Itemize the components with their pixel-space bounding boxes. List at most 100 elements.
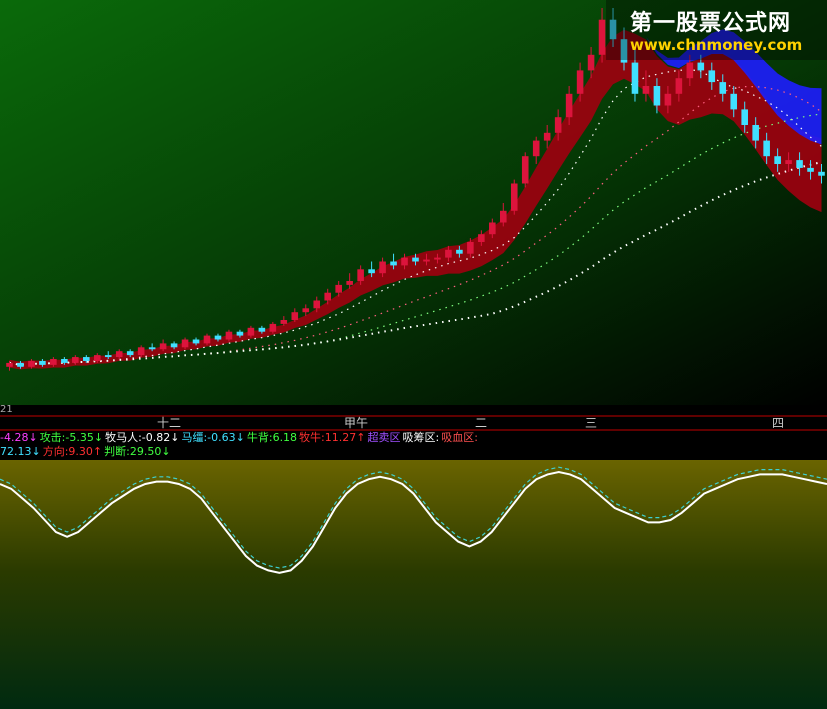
candle-body xyxy=(115,351,123,358)
candle xyxy=(521,152,529,188)
indicator-row-1: -4.28↓ 攻击:-5.35↓ 牧马人:-0.82↓ 马缰:-0.63↓ 牛背:6.1… xyxy=(0,431,480,445)
watermark: 第一股票公式网 www.chnmoney.com xyxy=(606,0,827,60)
candle-body xyxy=(170,343,178,348)
candle-body xyxy=(379,261,386,274)
candle-body xyxy=(17,362,24,367)
candle-body xyxy=(39,360,46,365)
candle-body xyxy=(83,357,90,361)
candle-body xyxy=(6,362,13,367)
candle-body xyxy=(313,300,321,309)
candle-body xyxy=(697,62,705,71)
candle-body xyxy=(664,93,672,106)
candle-body xyxy=(499,210,507,223)
candle-body xyxy=(719,82,727,94)
candle-body xyxy=(28,360,35,367)
watermark-url: www.chnmoney.com xyxy=(630,36,803,54)
x-tick: 甲午 xyxy=(344,416,369,430)
watermark-title: 第一股票公式网 xyxy=(630,11,792,36)
osc-panel-bg xyxy=(0,460,827,709)
candle-body xyxy=(324,292,332,301)
indicator-value: 吸血区: xyxy=(441,431,478,444)
x-tick: 十二 xyxy=(157,416,182,430)
candle-body xyxy=(532,140,540,157)
candle-body xyxy=(796,160,803,168)
candle-body xyxy=(148,347,156,350)
candle-body xyxy=(565,93,573,118)
indicator-value: 超卖区 xyxy=(367,431,401,444)
candle-body xyxy=(214,335,222,340)
candle-body xyxy=(50,359,57,365)
candle-body xyxy=(390,261,397,266)
candle-body xyxy=(554,117,562,133)
stock-chart-app: 21 十二 甲午 二 三 四 -4.28↓ 攻击:-5.35↓ 牧马人:-0.82↓ 马缰:-… xyxy=(0,0,827,709)
candle-body xyxy=(489,222,496,235)
candle-body xyxy=(741,109,748,125)
candle-body xyxy=(104,355,112,358)
candle-body xyxy=(521,156,529,184)
candle-body xyxy=(72,357,79,363)
candle-body xyxy=(203,335,211,344)
candle-body xyxy=(335,284,342,293)
candle-body xyxy=(543,132,551,141)
candle-body xyxy=(236,331,244,336)
candle-body xyxy=(642,86,650,94)
candle-body xyxy=(445,249,452,258)
indicator-value: 判断:29.50↓ xyxy=(104,445,171,458)
x-tick: 二 xyxy=(475,416,488,430)
candle-body xyxy=(576,70,584,94)
candle-body xyxy=(93,355,101,361)
candle-body xyxy=(675,78,683,94)
indicator-value: 牛背:6.18 xyxy=(246,431,298,444)
candle-body xyxy=(368,269,375,274)
candle-body xyxy=(598,19,606,55)
indicator-value: 吸筹区: xyxy=(402,431,440,444)
indicator-value: 牧马人:-0.82↓ xyxy=(105,431,180,444)
candle-body xyxy=(467,242,474,254)
candle-body xyxy=(807,167,814,172)
candle-body xyxy=(763,140,770,157)
x-tick: 三 xyxy=(585,416,598,430)
candle-body xyxy=(346,281,353,285)
candle-body xyxy=(258,327,266,332)
candlestick-chart[interactable] xyxy=(0,0,827,709)
candle-body xyxy=(61,359,68,363)
candle-body xyxy=(434,257,441,260)
axis-row-label: 21 xyxy=(0,404,13,415)
candle-body xyxy=(291,312,299,320)
indicator-value: 72.13↓ xyxy=(0,445,41,458)
candle-body xyxy=(269,323,277,332)
candle-body xyxy=(631,62,639,94)
candle-body xyxy=(159,343,167,350)
indicator-value: 马缰:-0.63↓ xyxy=(181,431,245,444)
indicator-row-2: 72.13↓ 方向:9.30↑ 判断:29.50↓ xyxy=(0,445,173,459)
candle-body xyxy=(730,93,738,110)
indicator-value: 牧牛:11.27↑ xyxy=(299,431,366,444)
candle-body xyxy=(587,54,595,71)
candle-body xyxy=(478,234,485,242)
indicator-value: 方向:9.30↑ xyxy=(42,445,103,458)
indicator-value: -4.28↓ xyxy=(0,431,38,444)
candle-body xyxy=(708,70,716,83)
candle-body xyxy=(181,339,189,348)
candle-body xyxy=(137,347,145,356)
candle-body xyxy=(126,351,134,356)
candle-body xyxy=(653,86,661,106)
candle-body xyxy=(774,156,781,164)
x-tick: 四 xyxy=(772,416,785,430)
candle-body xyxy=(302,308,310,313)
candle-body xyxy=(456,249,463,254)
candle-body xyxy=(412,257,419,262)
indicator-value: 攻击:-5.35↓ xyxy=(39,431,104,444)
candle-body xyxy=(247,327,255,336)
candle-body xyxy=(192,339,200,344)
candle-body xyxy=(423,259,430,262)
candle-body xyxy=(686,62,694,79)
candle xyxy=(510,179,518,215)
candle-body xyxy=(752,125,759,141)
candle-body xyxy=(280,320,288,324)
candle-body xyxy=(401,257,408,266)
candle-body xyxy=(225,331,233,340)
candle-body xyxy=(510,183,518,211)
candle-body xyxy=(785,160,792,164)
candle-body xyxy=(818,171,825,176)
